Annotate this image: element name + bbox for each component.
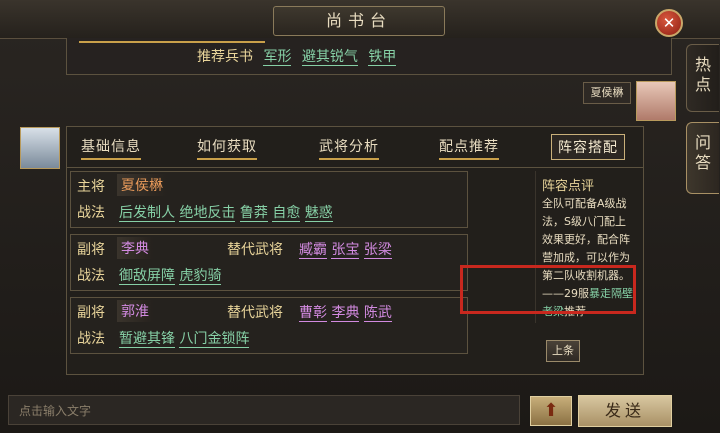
tactic-link[interactable]: 御敌屏障 [119, 268, 175, 285]
alt-general-link[interactable]: 李典 [331, 305, 360, 322]
tab-how-to-get[interactable]: 如何获取 [197, 136, 257, 160]
tab-analysis[interactable]: 武将分析 [319, 136, 379, 160]
tab-bar: 基础信息 如何获取 武将分析 配点推荐 阵容搭配 [67, 127, 643, 168]
tactic-list: 暂避其锋 八门金锁阵 [119, 328, 250, 348]
alt-generals: 曹彰 李典 陈武 [299, 302, 392, 322]
user-avatar[interactable] [636, 81, 676, 121]
book-link[interactable]: 铁甲 [368, 49, 397, 66]
tab-label: 配点推荐 [439, 139, 499, 155]
tactic-label: 战法 [77, 331, 105, 347]
alt-label: 替代武将 [227, 305, 283, 321]
tab-qa[interactable]: 问答 [686, 122, 719, 194]
alt-label: 替代武将 [227, 242, 283, 258]
tactic-link[interactable]: 自愈 [272, 205, 301, 222]
tab-label: 基础信息 [81, 139, 141, 155]
alt-general-link[interactable]: 臧霸 [299, 242, 327, 259]
tab-label: 阵容搭配 [558, 140, 618, 156]
highlight-box [460, 265, 636, 314]
tactic-label: 战法 [77, 205, 105, 221]
tactic-list: 御敌屏障 虎豹骑 [119, 265, 222, 285]
general-info-panel: 基础信息 如何获取 武将分析 配点推荐 阵容搭配 主将 夏侯楙 战法 后发制人 … [66, 126, 644, 375]
advisor-avatar [20, 127, 60, 169]
tactic-link[interactable]: 绝地反击 [179, 205, 236, 222]
tab-points[interactable]: 配点推荐 [439, 136, 499, 160]
title-bar: 尚书台 ✕ [0, 0, 720, 39]
tab-basic-info[interactable]: 基础信息 [81, 136, 141, 160]
general-name: 李典 [117, 237, 153, 259]
alt-general-link[interactable]: 张梁 [363, 242, 392, 259]
vice-general-row: 副将 郭淮 替代武将 曹彰 李典 陈武 战法 暂避其锋 八门金锁阵 [70, 297, 468, 354]
book-link[interactable]: 军形 [263, 49, 292, 66]
tab-hot-label: 热点 [694, 55, 711, 94]
general-name: 郭淮 [117, 300, 153, 322]
books-label: 推荐兵书 [197, 49, 253, 65]
tab-label: 武将分析 [319, 139, 379, 155]
tactic-link[interactable]: 八门金锁阵 [179, 331, 250, 348]
alt-generals: 臧霸 张宝 张梁 [299, 239, 392, 259]
tactic-label: 战法 [77, 268, 105, 284]
tab-qa-label: 问答 [694, 133, 711, 172]
tactic-list: 后发制人 绝地反击 鲁莽 自愈 魅惑 [119, 202, 333, 222]
alt-general-link[interactable]: 曹彰 [299, 305, 327, 322]
tab-label: 如何获取 [197, 139, 257, 155]
prev-button[interactable]: 上条 [546, 340, 580, 362]
arrow-up-icon[interactable]: ⬆ [530, 396, 572, 426]
close-icon[interactable]: ✕ [655, 9, 683, 37]
send-button[interactable]: 发送 [578, 395, 672, 427]
tab-hot[interactable]: 热点 [686, 44, 719, 112]
user-name-bubble: 夏侯楙 [583, 82, 631, 104]
role-label: 副将 [77, 305, 105, 321]
tactic-link[interactable]: 暂避其锋 [119, 331, 175, 348]
vice-general-row: 副将 李典 替代武将 臧霸 张宝 张梁 战法 御敌屏障 虎豹骑 [70, 234, 468, 291]
tactic-link[interactable]: 鲁莽 [239, 205, 268, 222]
tab-lineup[interactable]: 阵容搭配 [551, 134, 625, 160]
chat-input[interactable]: 点击输入文字 [8, 395, 520, 425]
window-title: 尚书台 [273, 6, 445, 36]
alt-general-link[interactable]: 张宝 [331, 242, 360, 259]
book-link[interactable]: 避其锐气 [301, 49, 358, 66]
divider [79, 41, 265, 43]
general-name: 夏侯楙 [117, 174, 167, 196]
role-label: 主将 [77, 179, 105, 195]
recommended-books-box: 推荐兵书 军形 避其锐气 铁甲 [66, 38, 672, 75]
main-general-row: 主将 夏侯楙 战法 后发制人 绝地反击 鲁莽 自愈 魅惑 [70, 171, 468, 228]
role-label: 副将 [77, 242, 105, 258]
review-title: 阵容点评 [542, 179, 595, 194]
tactic-link[interactable]: 后发制人 [119, 205, 175, 222]
alt-general-link[interactable]: 陈武 [363, 305, 392, 322]
tactic-link[interactable]: 魅惑 [304, 205, 333, 222]
tactic-link[interactable]: 虎豹骑 [179, 268, 222, 285]
